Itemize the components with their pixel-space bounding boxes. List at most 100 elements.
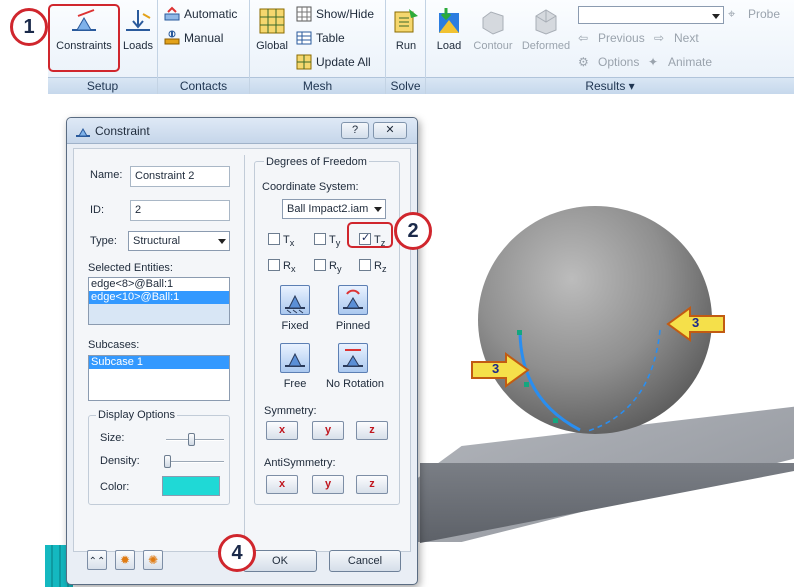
chevron-down-icon (712, 14, 720, 19)
tx-box[interactable] (268, 233, 280, 245)
tx-checkbox[interactable]: Tx (268, 233, 294, 248)
no-rotation-icon (343, 349, 363, 367)
id-field[interactable]: 2 (130, 200, 230, 221)
density-slider-thumb[interactable] (164, 455, 171, 468)
automatic-button[interactable]: Automatic (164, 4, 237, 24)
size-slider-thumb[interactable] (188, 433, 195, 446)
rz-checkbox[interactable]: Rz (359, 259, 387, 274)
coord-system-select[interactable]: Ball Impact2.iam (282, 199, 386, 219)
previous-button[interactable]: ⇦ Previous (578, 28, 645, 48)
dialog-titlebar[interactable]: Constraint ? ✕ (67, 118, 417, 144)
animate-icon: ✦ (648, 55, 659, 69)
subcases-label: Subcases: (88, 339, 140, 351)
rz-sub: z (381, 264, 387, 275)
manual-button[interactable]: Manual (164, 28, 223, 48)
options-button[interactable]: ⚙ Options (578, 52, 639, 72)
coord-system-value: Ball Impact2.iam (287, 203, 369, 215)
rz-label: R (374, 260, 382, 272)
density-slider-track[interactable] (166, 461, 224, 463)
rx-checkbox[interactable]: Rx (268, 259, 296, 274)
free-label: Free (283, 378, 307, 390)
color-swatch[interactable] (162, 476, 220, 496)
probe-button[interactable]: ⌖ Probe (728, 4, 780, 24)
ty-box[interactable] (314, 233, 326, 245)
list-item[interactable]: edge<10>@Ball:1 (89, 291, 229, 304)
expand-button[interactable]: ⌃⌃ (87, 550, 107, 570)
pinned-button[interactable] (338, 285, 368, 315)
list-item[interactable]: Subcase 1 (89, 356, 229, 369)
load-label: Load (436, 40, 462, 52)
chevron-down-icon (218, 239, 226, 244)
name-field[interactable]: Constraint 2 (130, 166, 230, 187)
constraint-dialog: Constraint ? ✕ Name: Constraint 2 ID: 2 … (66, 117, 418, 585)
load-results-button[interactable]: Load (430, 0, 468, 76)
ry-box[interactable] (314, 259, 326, 271)
rz-box[interactable] (359, 259, 371, 271)
fixed-icon (285, 294, 305, 314)
results-group-label[interactable]: Results ▾ (426, 77, 794, 94)
ty-checkbox[interactable]: Ty (314, 233, 340, 248)
loads-button[interactable]: Loads (120, 0, 156, 76)
run-button[interactable]: Run (388, 0, 424, 76)
dof-title: Degrees of Freedom (264, 156, 369, 168)
symmetry-x-button[interactable]: x (266, 421, 298, 440)
color-label: Color: (100, 481, 130, 493)
constraint-star-icon: ✹ (119, 553, 131, 567)
symmetry-z-button[interactable]: z (356, 421, 388, 440)
callout-3-right-arrow: 3 (666, 306, 726, 342)
ry-label: R (329, 260, 337, 272)
size-slider-track[interactable] (166, 439, 224, 441)
table-button[interactable]: Table (296, 28, 345, 48)
table-icon (296, 31, 312, 45)
selected-entities-list[interactable]: edge<8>@Ball:1 edge<10>@Ball:1 (88, 277, 230, 325)
results-combo[interactable] (578, 6, 724, 24)
ry-checkbox[interactable]: Ry (314, 259, 342, 274)
type-value: Structural (133, 235, 181, 247)
update-all-label: Update All (316, 55, 371, 69)
free-button[interactable] (280, 343, 310, 373)
fixed-button[interactable] (280, 285, 310, 315)
callout-3-right-label: 3 (692, 315, 700, 330)
show-hide-label: Show/Hide (316, 7, 375, 21)
rx-box[interactable] (268, 259, 280, 271)
update-all-button[interactable]: Update All (296, 52, 371, 72)
type-select[interactable]: Structural (128, 231, 230, 251)
edge-vertex-marker (517, 330, 522, 335)
list-item[interactable]: edge<8>@Ball:1 (89, 278, 229, 291)
constraint-star-alt-icon: ✺ (147, 553, 159, 567)
help-button[interactable]: ? (341, 122, 369, 139)
tz-highlight (347, 222, 393, 248)
close-button[interactable]: ✕ (373, 122, 407, 139)
solve-group-label: Solve (386, 77, 425, 94)
show-hide-button[interactable]: Show/Hide (296, 4, 374, 24)
constraint-star-button[interactable]: ✹ (115, 550, 135, 570)
contacts-group-label: Contacts (158, 77, 249, 94)
automatic-label: Automatic (184, 7, 238, 21)
no-rotation-button[interactable] (338, 343, 368, 373)
load-results-icon (439, 8, 459, 33)
deformed-button[interactable]: Deformed (518, 0, 574, 76)
subcases-list[interactable]: Subcase 1 (88, 355, 230, 401)
constraint-title-icon (76, 127, 90, 137)
edge-10-curve[interactable] (587, 329, 661, 432)
cancel-button[interactable]: Cancel (329, 550, 401, 572)
rx-sub: x (290, 264, 296, 275)
next-button[interactable]: ⇨ Next (654, 28, 699, 48)
probe-label: Probe (748, 7, 781, 21)
antisymmetry-x-button[interactable]: x (266, 475, 298, 494)
contour-button[interactable]: Contour (470, 0, 516, 76)
ribbon-group-results: Load Contour Deformed ⌖ Probe ⇦ Previous ⇨… (426, 0, 794, 94)
run-icon (394, 9, 418, 33)
symmetry-y-button[interactable]: y (312, 421, 344, 440)
ribbon-group-mesh: Global Show/Hide Table Update All Mesh (250, 0, 386, 94)
mesh-group-label: Mesh (250, 77, 385, 94)
antisymmetry-z-button[interactable]: z (356, 475, 388, 494)
tx-label: T (283, 234, 290, 246)
contour-label: Contour (473, 40, 513, 52)
tx-sub: x (289, 238, 295, 249)
antisymmetry-y-button[interactable]: y (312, 475, 344, 494)
global-mesh-button[interactable]: Global (252, 0, 292, 76)
constraint-star-alt-button[interactable]: ✺ (143, 550, 163, 570)
animate-button[interactable]: ✦ Animate (648, 52, 712, 72)
callout-4: 4 (218, 534, 256, 572)
